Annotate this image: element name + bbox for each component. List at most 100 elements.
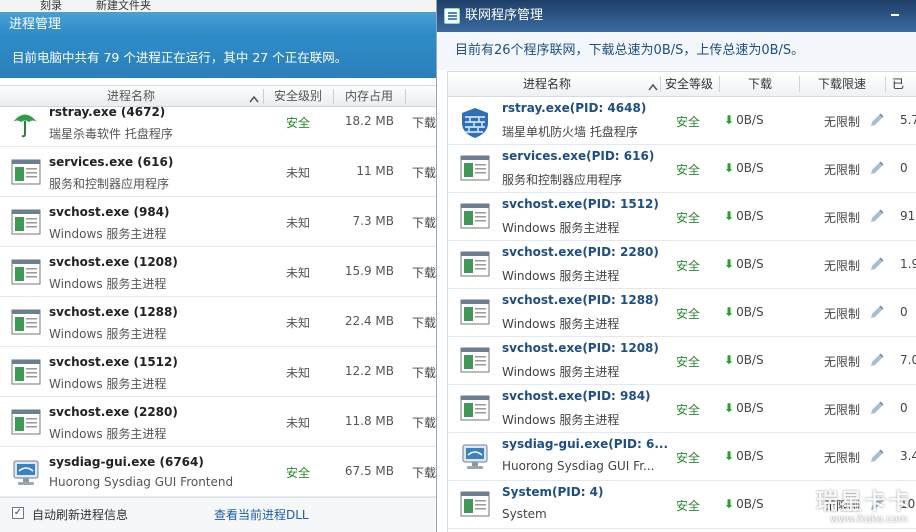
download-speed: ⬇ 0B/S: [724, 209, 764, 223]
row-action-link[interactable]: 下载: [412, 214, 436, 231]
process-desc: Windows 服务主进程: [49, 377, 167, 391]
row-action-link[interactable]: 下载: [412, 164, 436, 181]
table-row[interactable]: svchost.exe(PID: 1512) Windows 服务主进程 安全 …: [448, 193, 916, 241]
download-limit: 无限制: [824, 355, 861, 369]
program-desc: Windows 服务主进程: [502, 317, 620, 331]
download-speed: ⬇ 0B/S: [724, 497, 764, 511]
desktop: 刻录 新建文件夹 进程管理 目前电脑中共有 79 个进程正在运行，其中 27 个…: [0, 0, 916, 532]
col-memory[interactable]: 内存占用: [334, 86, 404, 107]
process-name: svchost.exe (1208): [49, 255, 178, 269]
col-process-name[interactable]: 进程名称: [448, 72, 646, 96]
network-program-titlebar: 联网程序管理: [437, 0, 916, 32]
edit-limit-icon[interactable]: [868, 303, 888, 321]
process-manager-title: 进程管理: [0, 12, 436, 38]
row-action-link[interactable]: 下载: [412, 314, 436, 331]
col-download[interactable]: 下载: [720, 72, 800, 96]
process-desc: Windows 服务主进程: [49, 227, 167, 241]
row-action-link[interactable]: 下载: [412, 414, 436, 431]
menu-item-new-folder[interactable]: 新建文件夹: [96, 0, 151, 12]
col-uploaded[interactable]: 已: [892, 72, 916, 96]
table-row[interactable]: svchost.exe(PID: 2280) Windows 服务主进程 安全 …: [448, 241, 916, 289]
program-desc: Windows 服务主进程: [502, 413, 620, 427]
umbrella-icon: [11, 109, 39, 138]
uploaded-amount: 91: [900, 209, 916, 223]
menu-item-burn[interactable]: 刻录: [40, 0, 62, 12]
uploaded-amount: 3.4: [900, 449, 916, 463]
row-action-link[interactable]: 下载: [412, 364, 436, 381]
table-row[interactable]: sysdiag-gui.exe (6764) Huorong Sysdiag G…: [0, 447, 436, 497]
process-desc: Windows 服务主进程: [49, 427, 167, 441]
col-download-limit[interactable]: 下载限速: [800, 72, 884, 96]
download-arrow-icon: ⬇: [724, 401, 735, 415]
program-desc: Windows 服务主进程: [502, 221, 620, 235]
table-row[interactable]: svchost.exe (984) Windows 服务主进程 未知 7.3 M…: [0, 197, 436, 247]
table-row[interactable]: svchost.exe (1512) Windows 服务主进程 未知 12.2…: [0, 347, 436, 397]
safety-level: 未知: [285, 166, 310, 180]
process-name: rstray.exe (4672): [49, 107, 166, 119]
download-arrow-icon: ⬇: [724, 449, 735, 463]
safety-level: 安全: [285, 466, 310, 480]
table-row[interactable]: svchost.exe(PID: 984) Windows 服务主进程 安全 ⬇…: [448, 385, 916, 433]
process-desc: 服务和控制器应用程序: [49, 177, 170, 191]
row-action-link[interactable]: 下载: [412, 114, 436, 131]
download-limit: 无限制: [824, 403, 861, 417]
edit-limit-icon[interactable]: [868, 351, 888, 369]
download-arrow-icon: ⬇: [724, 257, 735, 271]
table-row[interactable]: services.exe(PID: 616) 服务和控制器应用程序 安全 ⬇ 0B…: [448, 145, 916, 193]
network-program-window: 联网程序管理 目前有26个程序联网，下载总速为0B/S，上传总速为0B/S。 进…: [436, 0, 916, 532]
firewall-icon: [460, 107, 488, 138]
edit-limit-icon[interactable]: [868, 207, 888, 225]
row-action-link[interactable]: 下载: [412, 264, 436, 281]
edit-limit-icon[interactable]: [868, 111, 888, 129]
edit-limit-icon[interactable]: [868, 399, 888, 417]
view-dll-link[interactable]: 查看当前进程DLL: [214, 506, 309, 523]
download-speed: ⬇ 0B/S: [724, 353, 764, 367]
background-menu-strip: 刻录 新建文件夹: [0, 0, 440, 12]
process-name: svchost.exe (1288): [49, 305, 178, 319]
table-row[interactable]: svchost.exe(PID: 1208) Windows 服务主进程 安全 …: [448, 337, 916, 385]
watermark-text: 瑞星卡卡: [816, 490, 913, 515]
sort-caret-icon: [249, 92, 259, 106]
process-list: rstray.exe (4672) 瑞星杀毒软件 托盘程序 安全 18.2 MB…: [0, 107, 436, 497]
window-app-icon: [11, 159, 41, 185]
col-safety-level[interactable]: 安全级别: [264, 86, 332, 107]
table-row[interactable]: rstray.exe(PID: 4648) 瑞星单机防火墙 托盘程序 安全 ⬇ 0…: [448, 97, 916, 145]
minimize-button[interactable]: [891, 14, 899, 16]
table-row[interactable]: svchost.exe(PID: 1288) Windows 服务主进程 安全 …: [448, 289, 916, 337]
memory-usage: 22.4 MB: [344, 314, 394, 328]
safety-grade: 安全: [675, 451, 700, 465]
window-app-icon: [460, 491, 490, 519]
table-row[interactable]: svchost.exe (1288) Windows 服务主进程 未知 22.4…: [0, 297, 436, 347]
table-row[interactable]: sysdiag-gui.exe(PID: 6... Huorong Sysdia…: [448, 433, 916, 481]
auto-refresh-checkbox[interactable]: ✓: [12, 507, 24, 519]
row-action-link[interactable]: 下载: [412, 464, 436, 481]
window-app-icon: [11, 409, 41, 435]
uploaded-amount: 5.7: [900, 113, 916, 127]
auto-refresh-label[interactable]: 自动刷新进程信息: [32, 506, 128, 523]
table-row[interactable]: svchost.exe (1208) Windows 服务主进程 未知 15.9…: [0, 247, 436, 297]
uploaded-amount: 0: [900, 161, 908, 175]
download-limit: 无限制: [824, 307, 861, 321]
download-arrow-icon: ⬇: [724, 497, 735, 511]
network-program-list: rstray.exe(PID: 4648) 瑞星单机防火墙 托盘程序 安全 ⬇ 0…: [447, 97, 916, 532]
safety-level: 未知: [285, 216, 310, 230]
process-name: svchost.exe (1512): [49, 355, 178, 369]
col-safety-grade[interactable]: 安全等级: [661, 72, 717, 96]
edit-limit-icon[interactable]: [868, 255, 888, 273]
col-process-name[interactable]: 进程名称: [0, 86, 262, 107]
network-summary: 目前有26个程序联网，下载总速为0B/S，上传总速为0B/S。: [437, 32, 916, 70]
table-row[interactable]: services.exe (616) 服务和控制器应用程序 未知 11 MB 下…: [0, 147, 436, 197]
download-speed: ⬇ 0B/S: [724, 305, 764, 319]
download-limit: 无限制: [824, 259, 861, 273]
uploaded-amount: 0: [900, 305, 908, 319]
download-speed: ⬇ 0B/S: [724, 449, 764, 463]
window-app-icon: [11, 209, 41, 235]
download-limit: 无限制: [824, 163, 861, 177]
table-row[interactable]: rstray.exe (4672) 瑞星杀毒软件 托盘程序 安全 18.2 MB…: [0, 107, 436, 147]
edit-limit-icon[interactable]: [868, 159, 888, 177]
monitor-icon: [460, 443, 488, 471]
download-speed: ⬇ 0B/S: [724, 401, 764, 415]
table-row[interactable]: svchost.exe (2280) Windows 服务主进程 未知 11.8…: [0, 397, 436, 447]
edit-limit-icon[interactable]: [868, 447, 888, 465]
program-name: svchost.exe(PID: 1208): [502, 341, 659, 355]
